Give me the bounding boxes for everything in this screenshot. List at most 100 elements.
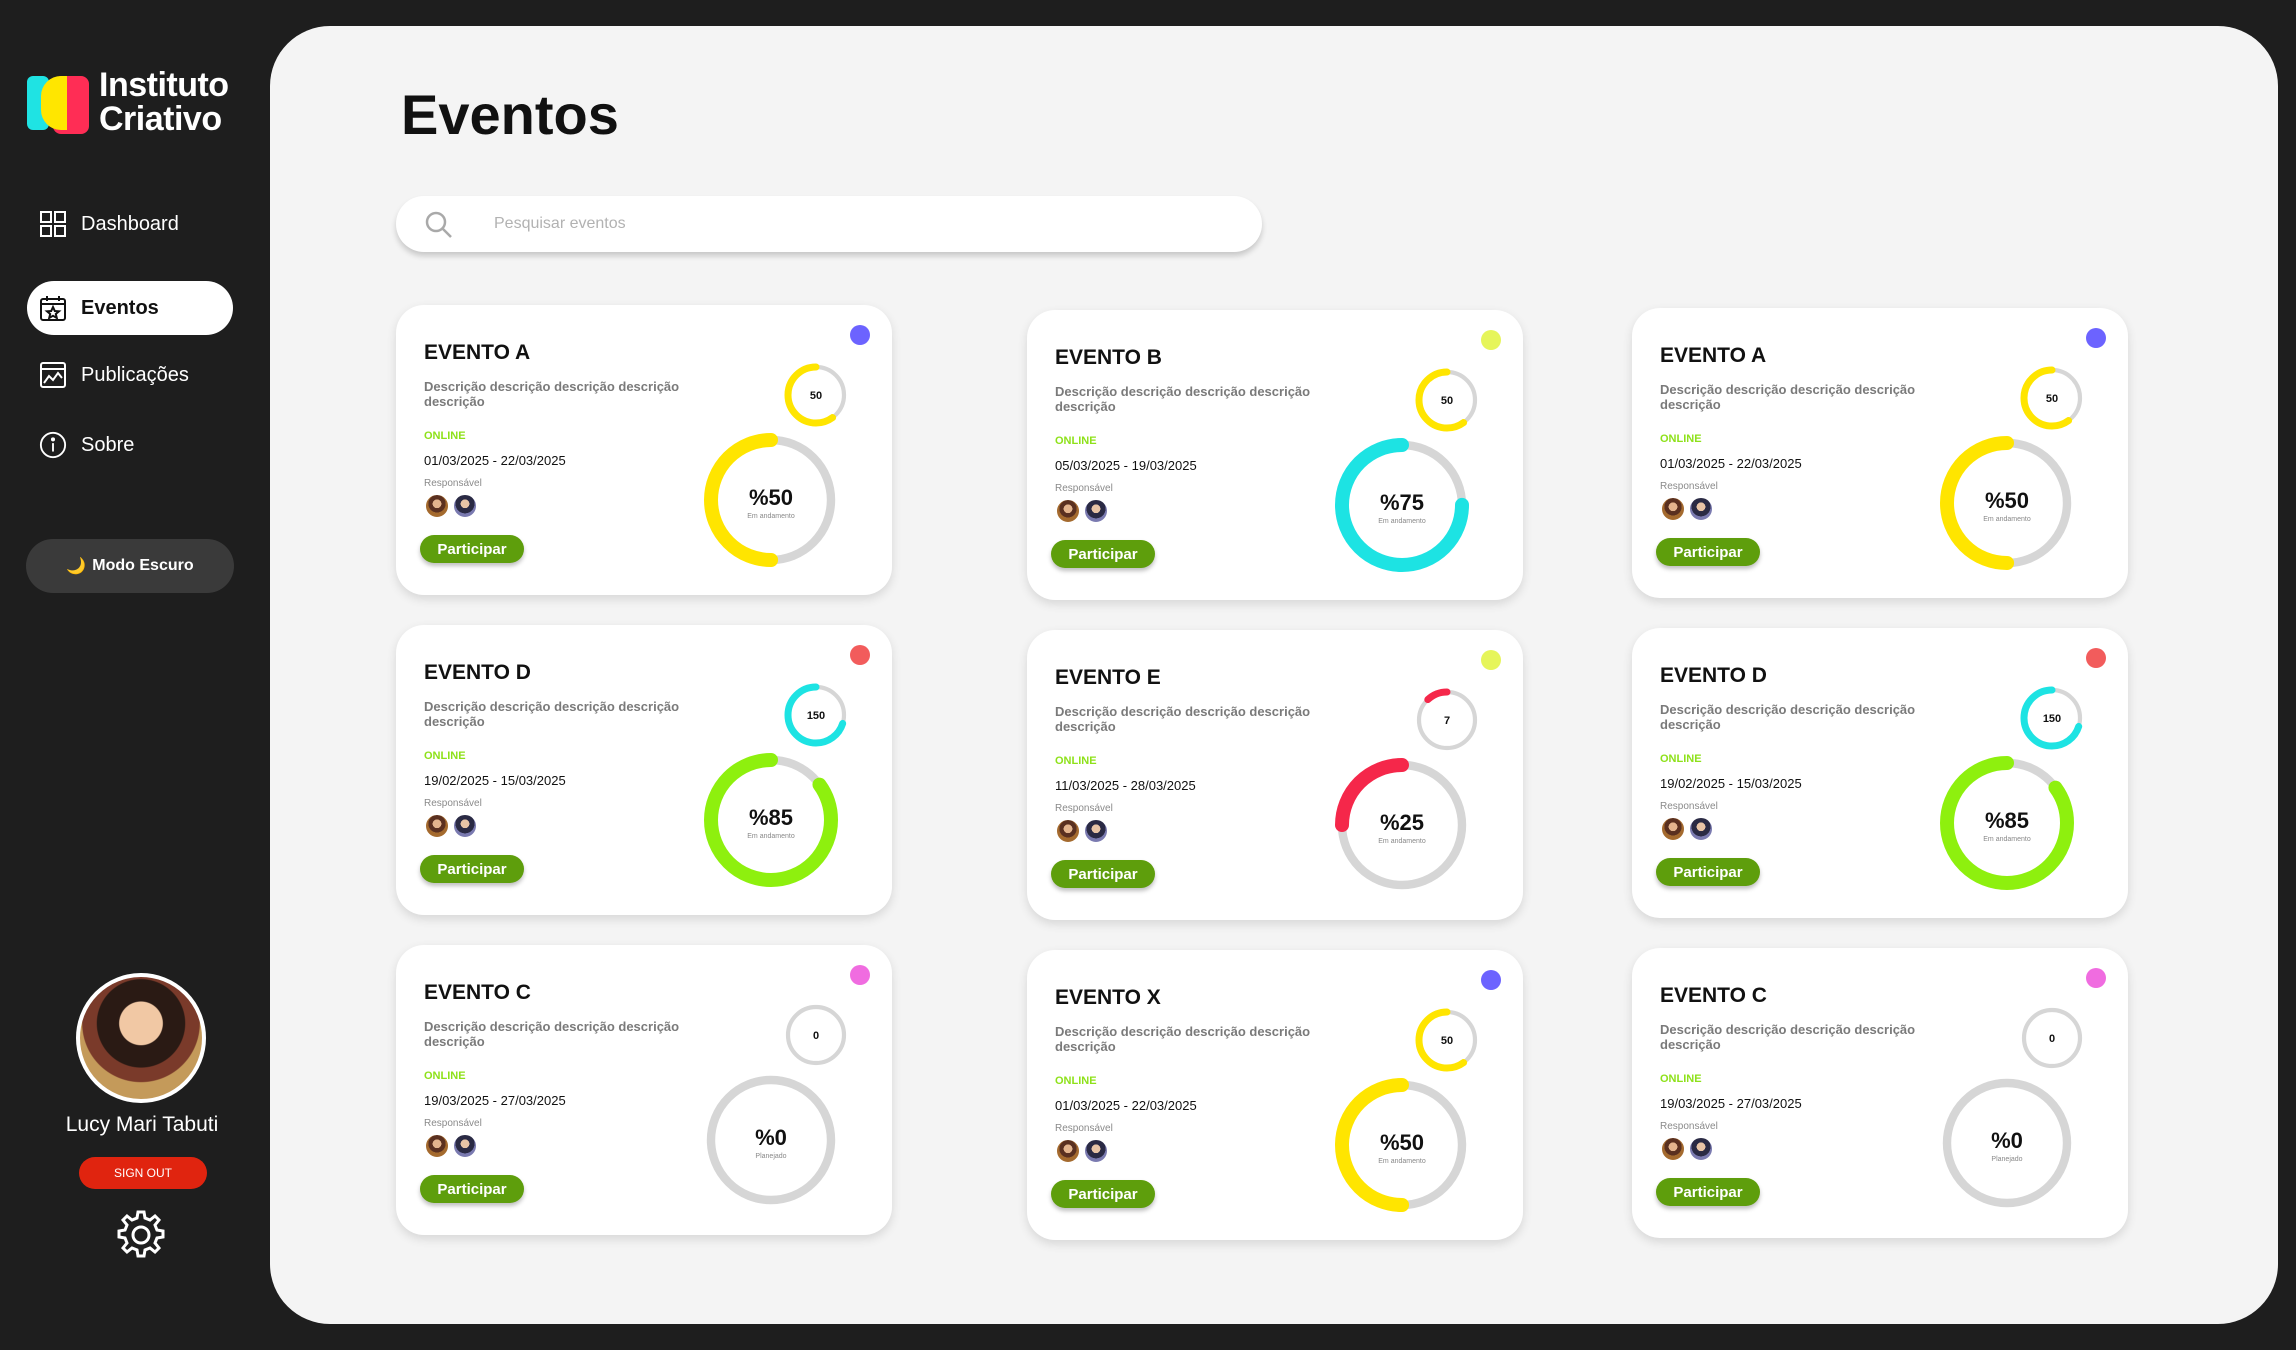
event-mode: ONLINE	[1055, 435, 1097, 447]
progress-ring: %85 Em andamento	[1940, 756, 2074, 890]
participate-button[interactable]: Participar	[420, 1175, 524, 1203]
progress-ring-value: %25	[1380, 810, 1424, 835]
avatar[interactable]	[424, 813, 450, 839]
status-dot	[1481, 650, 1501, 670]
event-dates: 01/03/2025 - 22/03/2025	[1055, 1098, 1197, 1113]
dashboard-icon	[39, 210, 67, 238]
progress-ring: %0 Planejado	[706, 1075, 836, 1205]
logo-line1: Instituto	[99, 66, 229, 104]
event-card[interactable]: EVENTO A Descrição descrição descrição de…	[1632, 308, 2128, 598]
avatar[interactable]	[1055, 498, 1081, 524]
avatar[interactable]	[452, 1133, 478, 1159]
search-bar[interactable]	[396, 196, 1262, 252]
event-card[interactable]: EVENTO B Descrição descrição descrição de…	[1027, 310, 1523, 600]
event-description: Descrição descrição descrição descrição …	[424, 379, 680, 409]
participants-ring-value: 0	[813, 1030, 819, 1042]
progress-ring-value: %75	[1380, 490, 1424, 515]
sidebar-item-sobre[interactable]: Sobre	[27, 418, 233, 472]
avatar[interactable]	[1660, 816, 1686, 842]
sidebar-item-eventos[interactable]: Eventos	[27, 281, 233, 335]
avatar[interactable]	[1688, 1136, 1714, 1162]
responsible-avatars	[1660, 816, 1716, 842]
participants-ring: 150	[784, 683, 848, 747]
participants-ring-value: 0	[2049, 1033, 2055, 1045]
event-description: Descrição descrição descrição descrição …	[424, 699, 680, 729]
avatar[interactable]	[1055, 818, 1081, 844]
avatar[interactable]	[1083, 498, 1109, 524]
event-description: Descrição descrição descrição descrição …	[1660, 702, 1916, 732]
avatar[interactable]	[1083, 818, 1109, 844]
participate-button[interactable]: Participar	[1656, 858, 1760, 886]
sidebar-item-publicacoes[interactable]: Publicações	[27, 348, 233, 402]
logo[interactable]: Instituto Criativo	[27, 68, 229, 136]
gear-icon[interactable]	[114, 1208, 168, 1262]
event-card[interactable]: EVENTO D Descrição descrição descrição de…	[396, 625, 892, 915]
avatar[interactable]	[1660, 496, 1686, 522]
dark-mode-button[interactable]: 🌙 Modo Escuro	[26, 539, 234, 593]
participate-button[interactable]: Participar	[420, 535, 524, 563]
avatar[interactable]	[452, 813, 478, 839]
sidebar-item-label: Sobre	[81, 433, 135, 456]
participate-button[interactable]: Participar	[1656, 1178, 1760, 1206]
event-card[interactable]: EVENTO D Descrição descrição descrição de…	[1632, 628, 2128, 918]
participants-ring-value: 50	[2046, 393, 2058, 405]
avatar[interactable]	[452, 493, 478, 519]
event-card[interactable]: EVENTO X Descrição descrição descrição de…	[1027, 950, 1523, 1240]
participate-button[interactable]: Participar	[1051, 860, 1155, 888]
progress-ring-status: Em andamento	[1983, 516, 2031, 523]
participants-ring: 0	[785, 1004, 847, 1066]
progress-ring: %50 Em andamento	[1335, 1078, 1469, 1212]
status-dot	[1481, 970, 1501, 990]
status-dot	[850, 325, 870, 345]
responsible-avatars	[424, 493, 480, 519]
page-title: Eventos	[401, 83, 619, 146]
responsible-label: Responsável	[1660, 801, 1718, 812]
participants-ring: 0	[2021, 1007, 2083, 1069]
event-mode: ONLINE	[424, 750, 466, 762]
event-mode: ONLINE	[1055, 755, 1097, 767]
avatar[interactable]	[424, 1133, 450, 1159]
avatar[interactable]	[76, 973, 206, 1103]
event-mode: ONLINE	[1055, 1075, 1097, 1087]
avatar[interactable]	[424, 493, 450, 519]
status-dot	[1481, 330, 1501, 350]
avatar[interactable]	[1083, 1138, 1109, 1164]
participants-ring: 150	[2020, 686, 2084, 750]
participate-button[interactable]: Participar	[1051, 540, 1155, 568]
progress-ring: %50 Em andamento	[704, 433, 838, 567]
avatar[interactable]	[1055, 1138, 1081, 1164]
participate-button[interactable]: Participar	[1656, 538, 1760, 566]
responsible-label: Responsável	[1660, 481, 1718, 492]
avatar[interactable]	[1688, 816, 1714, 842]
user-name: Lucy Mari Tabuti	[65, 1113, 219, 1136]
progress-ring-status: Planejado	[755, 1153, 786, 1160]
responsible-avatars	[1660, 496, 1716, 522]
progress-ring: %75 Em andamento	[1335, 438, 1469, 572]
event-dates: 19/02/2025 - 15/03/2025	[424, 773, 566, 788]
participate-button[interactable]: Participar	[420, 855, 524, 883]
search-input[interactable]	[494, 210, 1194, 238]
progress-ring-status: Em andamento	[1378, 1158, 1426, 1165]
event-card[interactable]: EVENTO E Descrição descrição descrição de…	[1027, 630, 1523, 920]
event-card[interactable]: EVENTO C Descrição descrição descrição de…	[396, 945, 892, 1235]
chart-image-icon	[39, 361, 67, 389]
participate-button[interactable]: Participar	[1051, 1180, 1155, 1208]
sign-out-button[interactable]: SIGN OUT	[79, 1157, 207, 1189]
event-description: Descrição descrição descrição descrição …	[424, 1019, 680, 1049]
progress-ring: %85 Em andamento	[704, 753, 838, 887]
avatar[interactable]	[1660, 1136, 1686, 1162]
status-dot	[850, 965, 870, 985]
responsible-label: Responsável	[1055, 483, 1113, 494]
responsible-avatars	[1055, 498, 1111, 524]
avatar[interactable]	[1688, 496, 1714, 522]
event-card[interactable]: EVENTO C Descrição descrição descrição de…	[1632, 948, 2128, 1238]
status-dot	[2086, 328, 2106, 348]
responsible-label: Responsável	[424, 1118, 482, 1129]
event-description: Descrição descrição descrição descrição …	[1055, 1024, 1311, 1054]
status-dot	[2086, 648, 2106, 668]
logo-mark-icon	[27, 70, 91, 134]
participants-ring-value: 50	[810, 390, 822, 402]
sidebar-item-label: Eventos	[81, 296, 159, 319]
event-card[interactable]: EVENTO A Descrição descrição descrição de…	[396, 305, 892, 595]
sidebar-item-dashboard[interactable]: Dashboard	[27, 197, 233, 251]
